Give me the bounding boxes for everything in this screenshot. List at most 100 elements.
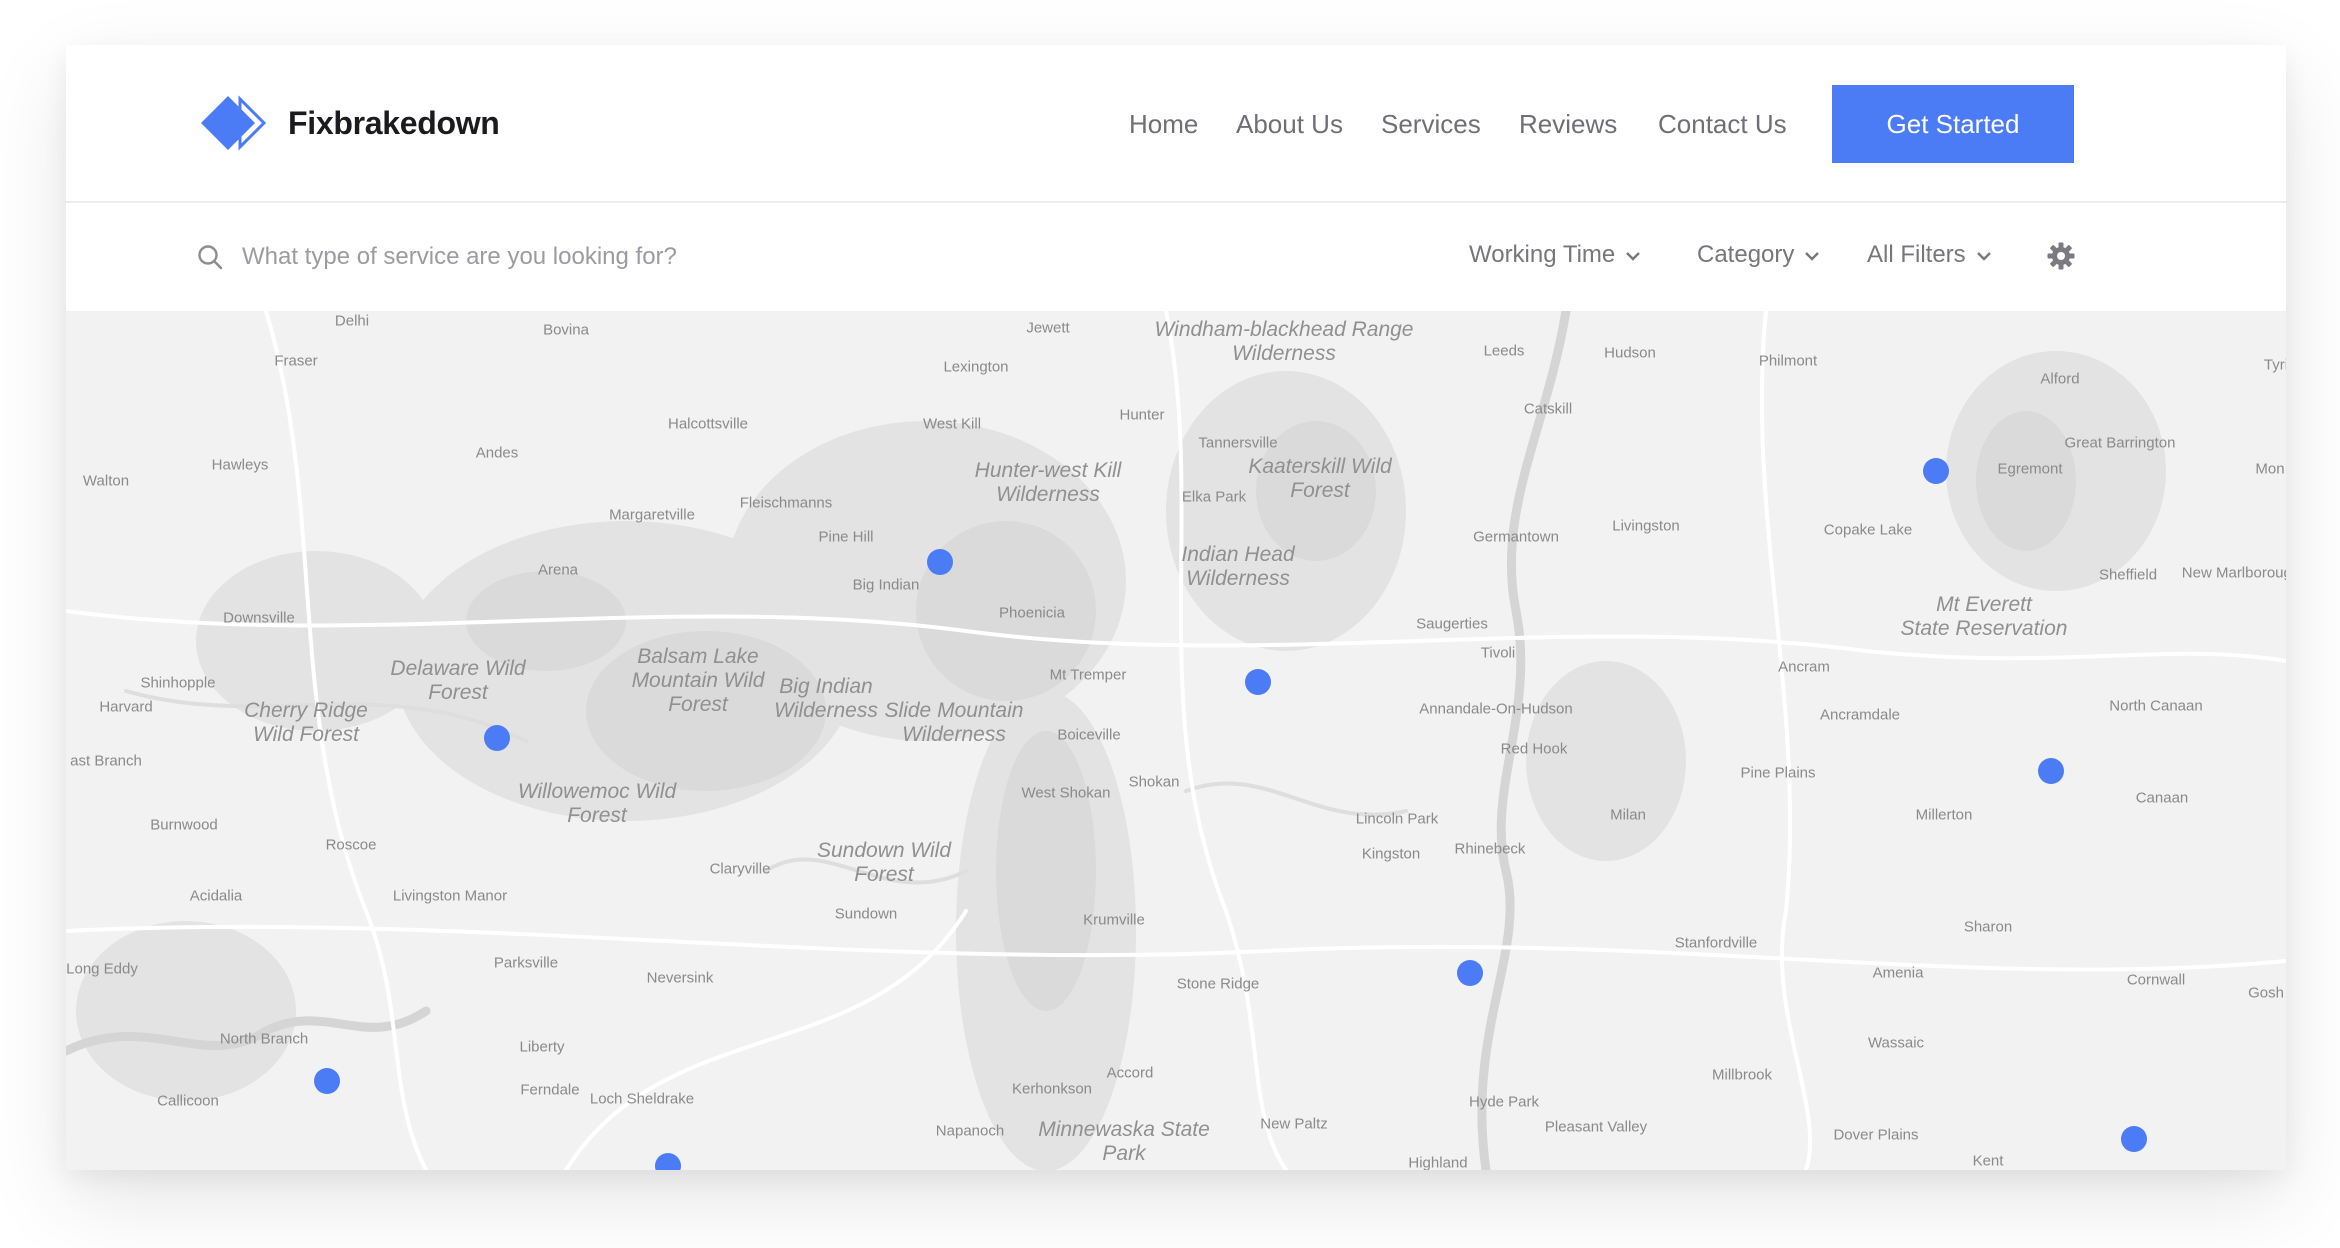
get-started-button[interactable]: Get Started [1832, 85, 2074, 163]
map-place-label: Leeds [1483, 342, 1525, 360]
map-park-label: Slide Mountain Wilderness [884, 698, 1024, 746]
map-place-label: Tivoli [1480, 644, 1516, 662]
map-place-label: Mon [2255, 460, 2285, 478]
working-time-filter-label: Working Time [1469, 241, 1616, 268]
map-place-label: Tannersville [1198, 434, 1278, 452]
map-place-label: Red Hook [1500, 740, 1568, 758]
map-place-label: Milan [1610, 806, 1646, 824]
map-place-label: Shinhopple [140, 674, 216, 692]
map-place-label: Millbrook [1711, 1066, 1773, 1084]
map-park-label: Balsam Lake Mountain Wild Forest [631, 644, 765, 717]
map-place-label: Saugerties [1416, 615, 1488, 633]
map-place-label: Gosh [2248, 984, 2284, 1002]
map-place-label: Stanfordville [1674, 934, 1758, 952]
map-place-label: Parksville [493, 954, 559, 972]
map-place-label: Hyde Park [1468, 1093, 1540, 1111]
map-place-label: Jewett [1026, 319, 1070, 337]
map-place-label: Long Eddy [66, 960, 138, 978]
nav-about-us-link[interactable]: About Us [1236, 109, 1343, 140]
map-place-label: Walton [82, 472, 130, 490]
nav-contact-us-link[interactable]: Contact Us [1658, 109, 1787, 140]
map-place-label: Burnwood [150, 816, 218, 834]
top-navbar: Fixbrakedown Home About Us Services Revi… [66, 45, 2286, 203]
map-place-label: Big Indian [852, 576, 920, 594]
map-place-label: Fleischmanns [739, 494, 833, 512]
map-place-label: Lexington [943, 358, 1009, 376]
map-location-pin[interactable] [484, 725, 510, 751]
map-place-label: Alford [2040, 370, 2080, 388]
map-place-label: Copake Lake [1823, 521, 1913, 539]
map-place-label: Halcottsville [667, 415, 749, 433]
map-location-pin[interactable] [2038, 758, 2064, 784]
map-place-label: Accord [1106, 1064, 1154, 1082]
map-location-pin[interactable] [1923, 458, 1949, 484]
all-filters-dropdown[interactable]: All Filters [1867, 241, 1992, 269]
map-location-pin[interactable] [1457, 960, 1483, 986]
map-place-label: Boiceville [1057, 726, 1121, 744]
map-location-pin[interactable] [2121, 1126, 2147, 1152]
map-place-label: Phoenicia [999, 604, 1065, 622]
map-place-label: Andes [475, 444, 519, 462]
map-park-label: Minnewaska State Park [1038, 1117, 1210, 1165]
map-place-label: Hudson [1604, 344, 1656, 362]
map-place-label: Ancram [1778, 658, 1830, 676]
map-place-label: Downsville [223, 609, 295, 627]
map-place-label: Egremont [1997, 460, 2063, 478]
map-place-label: Rhinebeck [1454, 840, 1526, 858]
map-place-label: ast Branch [70, 752, 142, 770]
map-park-label: Kaaterskill Wild Forest [1248, 454, 1392, 502]
map-place-label: Cornwall [2126, 971, 2186, 989]
chevron-down-icon [1626, 251, 1641, 261]
map-place-label: Claryville [709, 860, 771, 878]
map-place-label: Elka Park [1181, 488, 1247, 506]
map-place-label: Mt Tremper [1049, 666, 1127, 684]
map-place-label: Ferndale [520, 1081, 580, 1099]
search-input[interactable] [240, 233, 864, 281]
map-place-label: Callicoon [157, 1092, 219, 1110]
map-place-label: Margaretville [609, 506, 695, 524]
map-place-label: Pine Hill [818, 528, 874, 546]
map-place-label: North Canaan [2109, 697, 2203, 715]
map-park-label: Sundown Wild Forest [816, 838, 952, 886]
map-place-label: Millerton [1915, 806, 1973, 824]
map-place-label: West Kill [922, 415, 982, 433]
map-park-label: Indian Head Wilderness [1181, 542, 1295, 590]
map-place-label: Philmont [1758, 352, 1818, 370]
map-place-label: Livingston Manor [392, 887, 508, 905]
map-location-pin[interactable] [314, 1068, 340, 1094]
map-place-label: Arena [537, 561, 579, 579]
map-place-label: New Paltz [1260, 1115, 1328, 1133]
map-place-label: Tyri [2263, 356, 2286, 374]
map-place-label: Ancramdale [1819, 706, 1901, 724]
map-place-label: Pine Plains [1740, 764, 1816, 782]
map-place-label: Sheffield [2098, 566, 2158, 584]
chevron-down-icon [1976, 251, 1991, 261]
map-place-label: Fraser [274, 352, 318, 370]
map-place-label: Neversink [646, 969, 714, 987]
map-place-label: Krumville [1083, 911, 1145, 929]
all-filters-label: All Filters [1867, 241, 1966, 268]
map-place-label: Sharon [1963, 918, 2013, 936]
nav-services-link[interactable]: Services [1381, 109, 1481, 140]
map-place-label: Annandale-On-Hudson [1419, 700, 1573, 718]
map-place-label: Kerhonkson [1011, 1080, 1093, 1098]
map-place-label: Kingston [1361, 845, 1421, 863]
map-place-label: Livingston [1612, 517, 1680, 535]
map-place-label: Germantown [1473, 528, 1559, 546]
map-view[interactable]: Delhi Bovina Jewett Fraser Lexington Lee… [66, 311, 2286, 1170]
category-filter[interactable]: Category [1697, 241, 1820, 269]
map-park-label: Hunter-west Kill Wilderness [974, 458, 1122, 506]
map-location-pin[interactable] [1245, 669, 1271, 695]
map-place-label: Kent [1972, 1152, 2004, 1170]
map-place-label: Amenia [1872, 964, 1924, 982]
map-place-label: Acidalia [189, 887, 243, 905]
nav-reviews-link[interactable]: Reviews [1519, 109, 1617, 140]
map-place-label: Napanoch [935, 1122, 1005, 1140]
working-time-filter[interactable]: Working Time [1469, 241, 1641, 269]
map-park-label: Big Indian Wilderness [774, 674, 878, 722]
map-park-label: Delaware Wild Forest [390, 656, 526, 704]
nav-home-link[interactable]: Home [1129, 109, 1198, 140]
map-place-label: North Branch [219, 1030, 309, 1048]
gear-icon[interactable] [2046, 241, 2076, 271]
map-location-pin[interactable] [927, 549, 953, 575]
